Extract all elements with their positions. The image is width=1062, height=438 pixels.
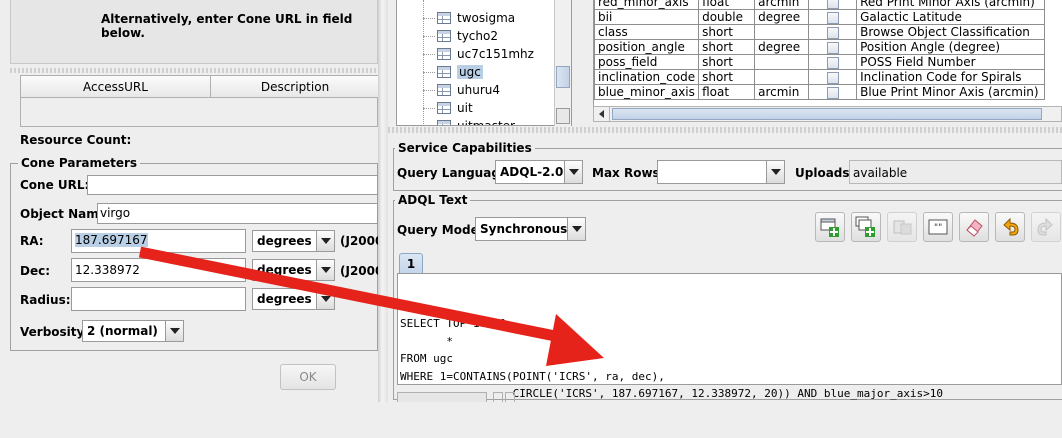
annotation-arrow (138, 246, 604, 366)
